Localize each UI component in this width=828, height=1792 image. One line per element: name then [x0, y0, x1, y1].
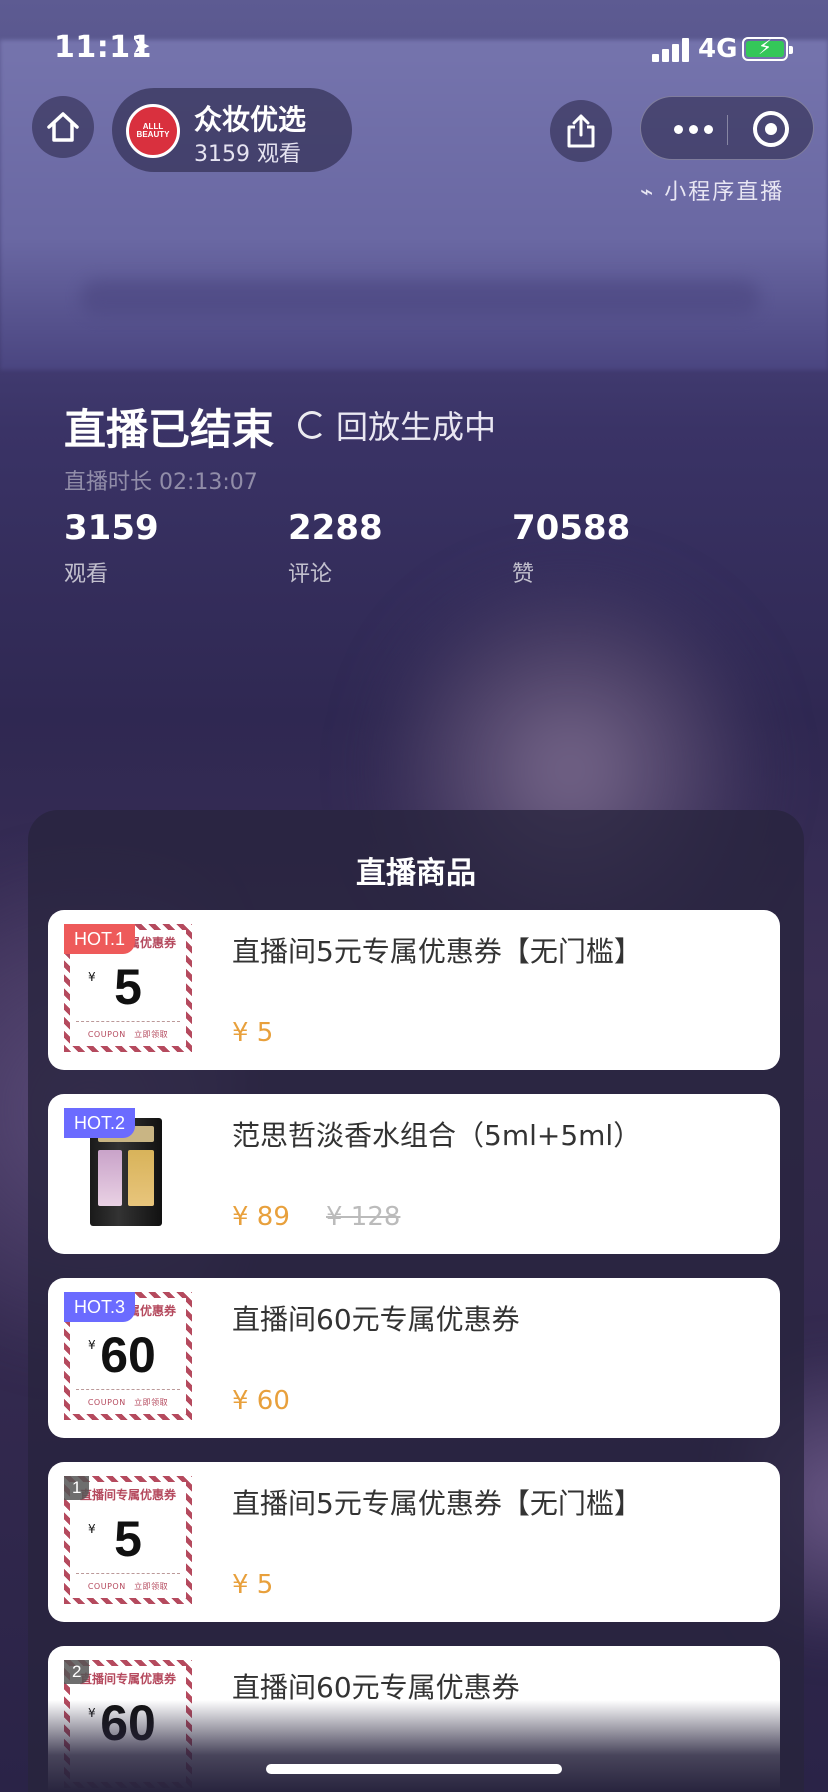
coupon-amount: 5	[114, 959, 142, 1015]
original-price: ¥ 128	[326, 1202, 401, 1232]
more-icon[interactable]	[665, 113, 721, 145]
product-card[interactable]: 直播间专属优惠券 ¥ 60 COUPON 立即领取 HOT.3 直播间60元专属…	[48, 1278, 780, 1438]
product-card[interactable]: HOT.2 范思哲淡香水组合（5ml+5ml） ¥ 89 ¥ 128	[48, 1094, 780, 1254]
stat-value: 3159	[64, 508, 159, 548]
anchor-avatar: ALLL BEAUTY	[126, 104, 180, 158]
anchor-name: 众妆优选	[194, 103, 307, 136]
live-duration: 直播时长 02:13:07	[64, 470, 258, 495]
mini-program-live-text: 小程序直播	[664, 180, 785, 205]
rank-badge: 1	[64, 1476, 90, 1500]
product-price: ¥ 5	[232, 1018, 274, 1048]
product-card[interactable]: 直播间专属优惠券 ¥ 5 COUPON 立即领取 1 直播间5元专属优惠券【无门…	[48, 1462, 780, 1622]
product-title: 范思哲淡香水组合（5ml+5ml）	[232, 1119, 642, 1152]
stat-label: 赞	[512, 562, 535, 587]
banner-strip	[80, 280, 760, 316]
rank-badge: 2	[64, 1660, 90, 1684]
stat-label: 观看	[64, 562, 109, 587]
product-title: 直播间5元专属优惠券【无门槛】	[232, 1487, 642, 1520]
stat-views: 3159 观看	[64, 508, 159, 588]
stat-value: 2288	[288, 508, 383, 548]
panel-title: 直播商品	[356, 856, 476, 891]
product-title: 直播间60元专属优惠券	[232, 1303, 520, 1336]
network-type: 4G	[698, 34, 738, 64]
live-ended-title: 直播已结束	[64, 405, 275, 454]
list-fade	[28, 1700, 804, 1792]
share-icon	[567, 114, 595, 148]
product-card[interactable]: 直播间专属优惠券 ¥ 5 COUPON 立即领取 HOT.1 直播间5元专属优惠…	[48, 910, 780, 1070]
capsule-divider	[727, 115, 728, 145]
coupon-footer: COUPON 立即领取	[87, 1582, 169, 1591]
coupon-amount: 60	[100, 1327, 156, 1383]
close-icon[interactable]	[753, 111, 789, 147]
stat-label: 评论	[288, 562, 333, 587]
product-title: 直播间5元专属优惠券【无门槛】	[232, 935, 642, 968]
products-panel: 直播商品 直播间专属优惠券 ¥ 5 COUPON 立即领取 HOT.1 直播间5…	[28, 810, 804, 1792]
home-button[interactable]	[32, 96, 94, 158]
location-arrow-icon: ➤	[132, 34, 151, 59]
home-icon	[47, 112, 79, 142]
coupon-footer: COUPON 立即领取	[87, 1030, 169, 1039]
link-icon: ⌁	[640, 180, 656, 205]
hot-badge: HOT.1	[64, 924, 136, 954]
stat-comments: 2288 评论	[288, 508, 383, 588]
product-price: ¥ 60	[232, 1386, 290, 1416]
hot-badge: HOT.3	[64, 1292, 136, 1322]
coupon-amount: 5	[114, 1511, 142, 1567]
replay-status: 回放生成中	[298, 402, 496, 448]
viewer-count: 3159 观看	[194, 142, 301, 167]
share-button[interactable]	[550, 100, 612, 162]
product-price: ¥ 89	[232, 1202, 290, 1232]
logo-text: ALLL BEAUTY	[136, 121, 170, 139]
mini-program-live-label: ⌁ 小程序直播	[640, 174, 784, 206]
status-bar: 11:11 ➤ 4G ⚡	[0, 0, 828, 96]
product-price: ¥ 5	[232, 1570, 274, 1600]
signal-icon	[652, 38, 692, 62]
home-indicator[interactable]	[266, 1764, 562, 1774]
mini-program-capsule	[640, 96, 814, 160]
hot-badge: HOT.2	[64, 1108, 136, 1138]
stat-value: 70588	[512, 508, 631, 548]
loading-spinner-icon	[298, 411, 326, 439]
stat-likes: 70588 赞	[512, 508, 630, 588]
replay-text: 回放生成中	[336, 408, 497, 446]
battery-icon: ⚡	[742, 35, 793, 61]
coupon-footer: COUPON 立即领取	[87, 1398, 169, 1407]
anchor-info[interactable]: ALLL BEAUTY 众妆优选 3159 观看	[112, 88, 352, 172]
